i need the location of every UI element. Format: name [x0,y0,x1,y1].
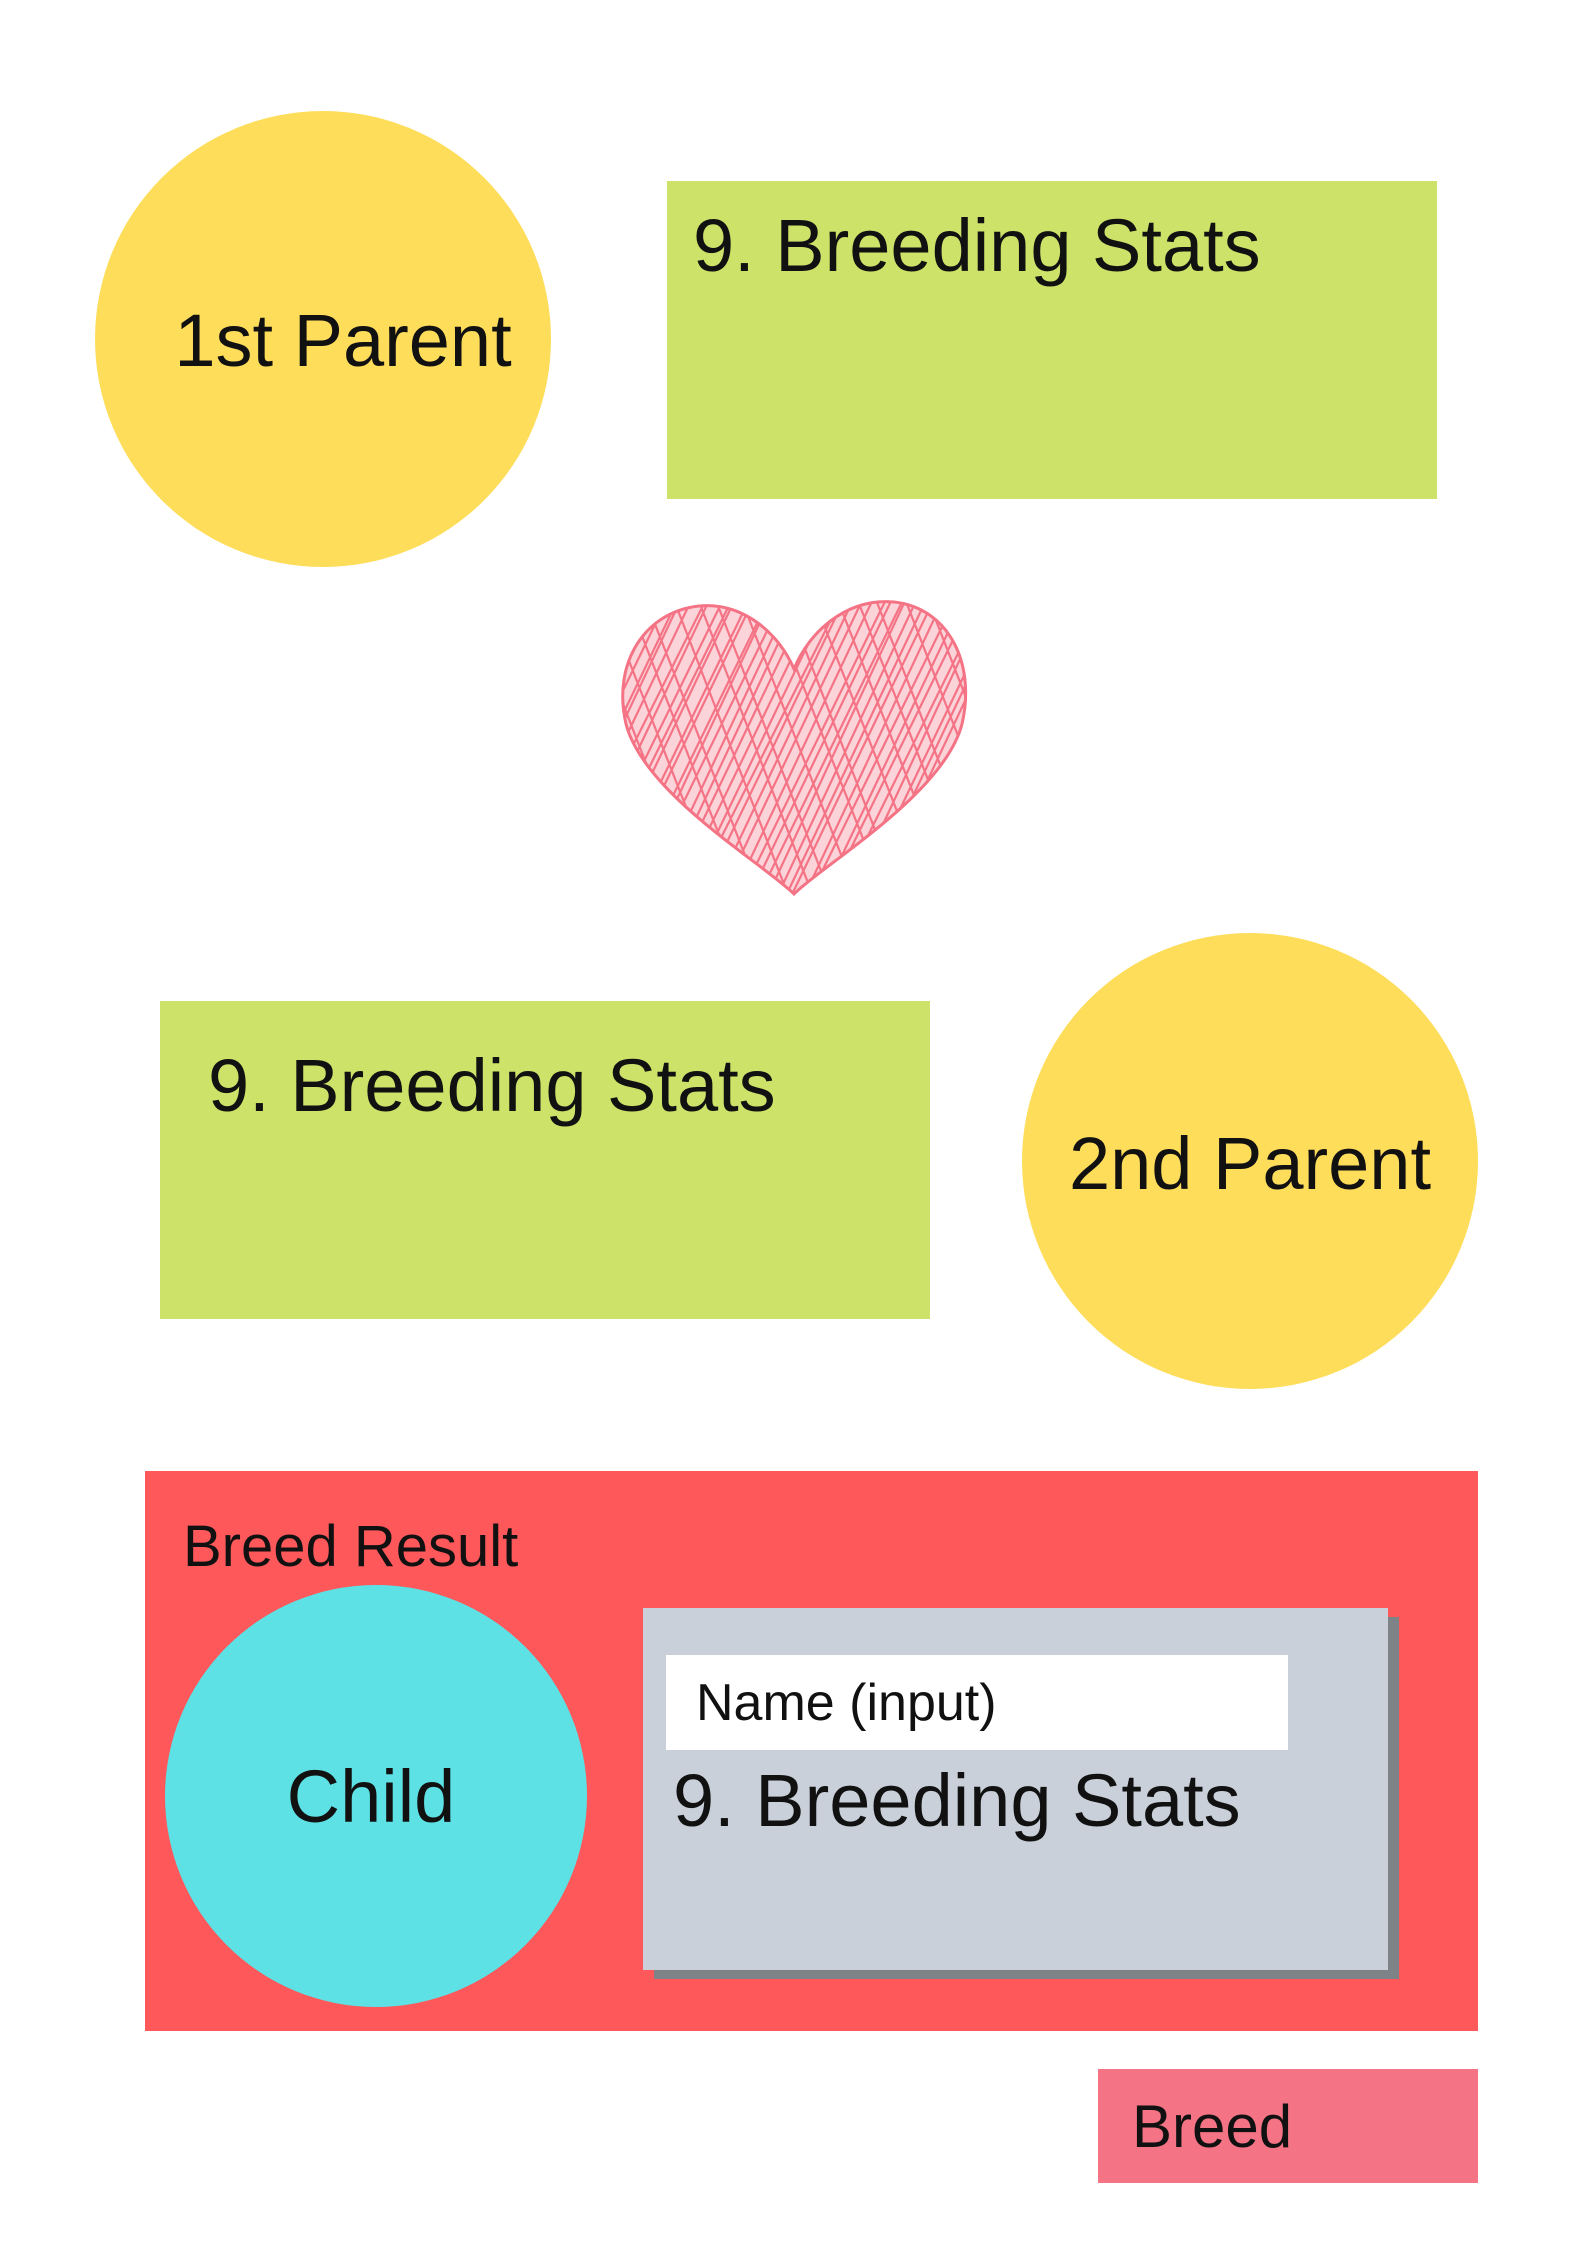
child-stats-label: 9. Breeding Stats [673,1759,1241,1842]
breed-result-title: Breed Result [183,1514,519,1579]
first-parent-stats-box: 9. Breeding Stats [667,181,1437,499]
first-parent-stats-label: 9. Breeding Stats [693,204,1261,287]
first-parent-circle[interactable]: 1st Parent [95,111,551,567]
child-card: Name (input) 9. Breeding Stats [643,1608,1388,1970]
child-label: Child [286,1754,456,1838]
breed-button[interactable]: Breed [1098,2069,1478,2183]
heart-icon [614,594,974,904]
second-parent-label: 2nd Parent [1068,1121,1432,1205]
second-parent-stats-box: 9. Breeding Stats [160,1001,930,1319]
child-name-input[interactable]: Name (input) [666,1655,1288,1750]
child-circle: Child [165,1585,587,2007]
child-name-input-label: Name (input) [696,1673,997,1732]
second-parent-circle[interactable]: 2nd Parent [1022,933,1478,1389]
second-parent-stats-label: 9. Breeding Stats [208,1044,776,1127]
first-parent-label: 1st Parent [174,298,512,382]
